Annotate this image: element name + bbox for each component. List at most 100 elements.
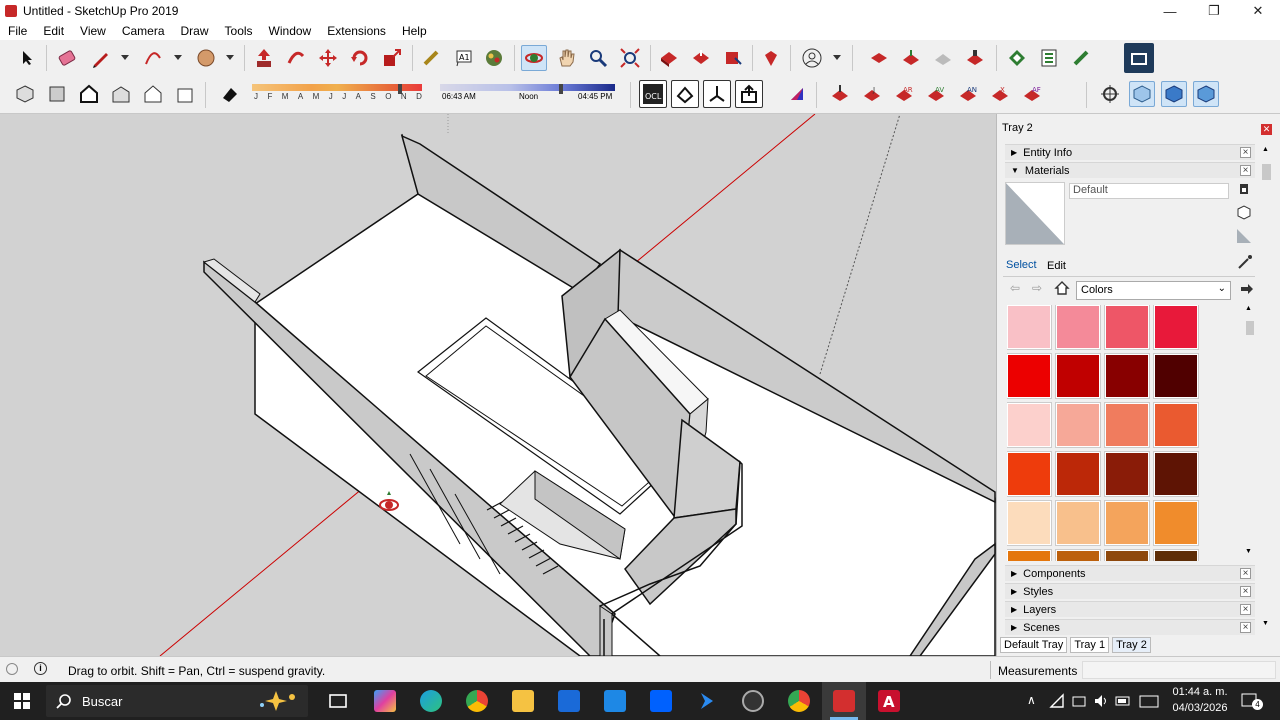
panel-layers[interactable]: ▶ Layers × <box>1005 601 1255 617</box>
task-view-icon[interactable] <box>327 690 349 712</box>
info-icon[interactable]: i <box>34 662 47 675</box>
material-swatch[interactable] <box>1055 353 1101 399</box>
tab-default-tray[interactable]: Default Tray <box>1000 637 1068 653</box>
connect-icon[interactable] <box>1068 45 1094 71</box>
warehouse-icon[interactable] <box>656 45 682 71</box>
material-name-field[interactable]: Default <box>1069 183 1229 199</box>
network-icon[interactable] <box>1049 693 1065 709</box>
volume-icon[interactable] <box>1093 693 1109 709</box>
display-secondary-icon[interactable] <box>1237 182 1251 196</box>
menu-edit[interactable]: Edit <box>35 24 72 38</box>
material-swatch[interactable] <box>1153 402 1199 448</box>
scroll-down-icon[interactable]: ▼ <box>1245 548 1252 555</box>
menu-view[interactable]: View <box>72 24 114 38</box>
tray-scrollbar[interactable]: ▲ ▼ <box>1261 142 1272 632</box>
forward-arrow-icon[interactable]: ⇨ <box>1032 281 1046 295</box>
modeling-viewport[interactable] <box>0 114 996 656</box>
panel-close-icon[interactable]: × <box>1240 622 1251 633</box>
attribute-icon-3[interactable]: AR <box>891 81 917 107</box>
material-swatch[interactable] <box>1007 451 1052 497</box>
share-component-icon[interactable] <box>720 45 746 71</box>
pencil-icon[interactable] <box>88 45 114 71</box>
right-view-icon[interactable] <box>108 81 134 107</box>
export-icon[interactable] <box>735 80 763 108</box>
share-model-icon[interactable] <box>688 45 714 71</box>
menu-extensions[interactable]: Extensions <box>319 24 394 38</box>
shape-dropdown-icon[interactable] <box>226 55 234 60</box>
home-icon[interactable] <box>1054 280 1070 296</box>
material-swatch[interactable] <box>1104 500 1150 546</box>
attribute-icon-2[interactable]: J <box>859 81 885 107</box>
panel-materials[interactable]: ▼ Materials × <box>1005 162 1255 178</box>
material-swatch[interactable] <box>1055 402 1101 448</box>
top-view-icon[interactable] <box>44 81 70 107</box>
push-pull-icon[interactable] <box>251 45 277 71</box>
material-swatch[interactable] <box>1153 451 1199 497</box>
material-swatch[interactable] <box>1153 353 1199 399</box>
maximize-button[interactable]: ❐ <box>1192 0 1236 22</box>
battery-icon[interactable] <box>1115 693 1131 709</box>
panel-scenes[interactable]: ▶ Scenes × <box>1005 619 1255 635</box>
copilot-icon[interactable] <box>374 690 396 712</box>
power-automate-icon[interactable] <box>696 690 718 712</box>
back-edges-icon[interactable] <box>1161 81 1187 107</box>
account-dropdown-icon[interactable] <box>833 55 841 60</box>
attribute-icon-4[interactable]: AV <box>923 81 949 107</box>
scroll-down-icon[interactable]: ▼ <box>1262 620 1269 627</box>
attribute-icon-7[interactable]: AF <box>1019 81 1045 107</box>
taskbar-time[interactable]: 01:44 a. m. <box>1167 686 1233 698</box>
panel-close-icon[interactable]: × <box>1240 568 1251 579</box>
default-material-icon[interactable] <box>1235 227 1253 245</box>
ocl-export-icon[interactable] <box>671 80 699 108</box>
material-swatch[interactable] <box>1007 500 1052 546</box>
move-icon[interactable] <box>315 45 341 71</box>
minimize-button[interactable]: — <box>1148 0 1192 22</box>
tape-measure-icon[interactable] <box>418 45 444 71</box>
ocl-icon[interactable]: OCL <box>639 80 667 108</box>
position-camera-icon[interactable] <box>1097 81 1123 107</box>
panel-styles[interactable]: ▶ Styles × <box>1005 583 1255 599</box>
pan-icon[interactable] <box>553 45 579 71</box>
menu-window[interactable]: Window <box>261 24 320 38</box>
menu-draw[interactable]: Draw <box>173 24 217 38</box>
back-arrow-icon[interactable]: ⇦ <box>1010 281 1024 295</box>
clock-app-icon[interactable] <box>742 690 764 712</box>
arc-icon[interactable] <box>140 45 166 71</box>
attribute-icon-6[interactable]: X <box>987 81 1013 107</box>
material-swatch[interactable] <box>1055 500 1101 546</box>
section-plane-icon[interactable] <box>1004 45 1030 71</box>
taskbar-date[interactable]: 04/03/2026 <box>1167 702 1233 714</box>
keyboard-icon[interactable] <box>1139 693 1159 709</box>
panel-components[interactable]: ▶ Components × <box>1005 565 1255 581</box>
material-swatch[interactable] <box>1104 451 1150 497</box>
select-tool-icon[interactable] <box>14 45 40 71</box>
tray-overflow-icon[interactable]: ∧ <box>1027 693 1036 707</box>
back-view-icon[interactable] <box>140 81 166 107</box>
tab-edit[interactable]: Edit <box>1047 260 1066 272</box>
geolocation-icon[interactable] <box>6 663 18 675</box>
tab-select[interactable]: Select <box>1006 259 1037 271</box>
time-slider[interactable]: 06:43 AM Noon 04:45 PM <box>440 84 618 106</box>
left-view-icon[interactable] <box>172 81 198 107</box>
dropbox-icon[interactable] <box>650 690 672 712</box>
rotate-icon[interactable] <box>347 45 373 71</box>
zoom-extents-icon[interactable] <box>617 45 643 71</box>
pencil-dropdown-icon[interactable] <box>121 55 129 60</box>
attribute-icon-5[interactable]: AN <box>955 81 981 107</box>
layout-icon[interactable] <box>1124 43 1154 73</box>
panel-entity-info[interactable]: ▶ Entity Info × <box>1005 144 1255 160</box>
taskbar-search-box[interactable]: Buscar <box>46 685 308 717</box>
mail-icon[interactable] <box>604 690 626 712</box>
month-slider[interactable]: J F M A M J J A S O N D <box>252 84 422 106</box>
chrome-profile-icon[interactable] <box>788 690 810 712</box>
sandbox-from-contours-icon[interactable] <box>866 45 892 71</box>
smoove-icon[interactable] <box>930 45 956 71</box>
material-swatch[interactable] <box>1007 353 1052 399</box>
tray-close-icon[interactable]: ✕ <box>1261 124 1272 135</box>
material-swatch[interactable] <box>1153 500 1199 546</box>
tab-tray-1[interactable]: Tray 1 <box>1070 637 1110 653</box>
close-button[interactable]: ✕ <box>1236 0 1280 22</box>
windows-start-icon[interactable] <box>14 693 30 709</box>
sandbox-from-scratch-icon[interactable] <box>898 45 924 71</box>
material-swatch[interactable] <box>1055 305 1101 350</box>
